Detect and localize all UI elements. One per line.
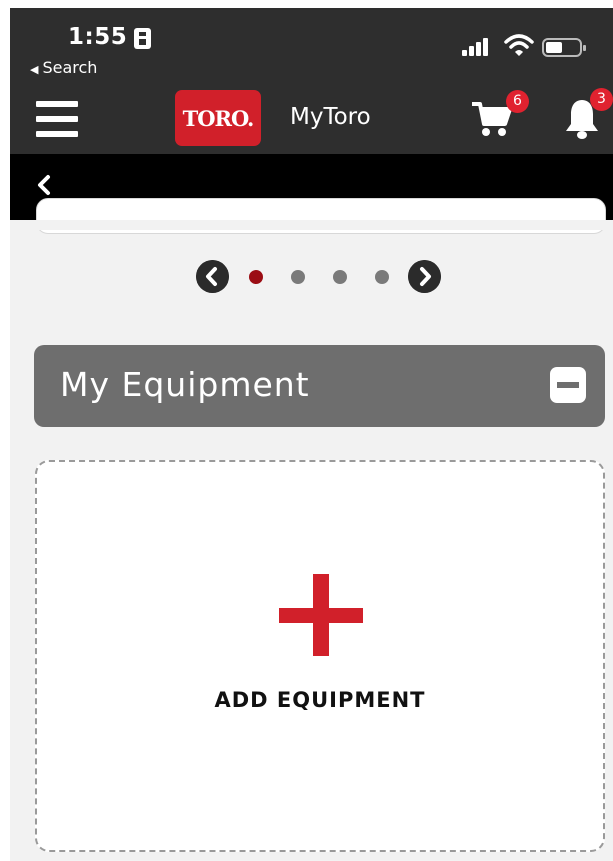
my-equipment-header[interactable]: My Equipment	[34, 345, 605, 427]
toro-logo[interactable]: TORO.	[175, 90, 261, 146]
cart-count-badge: 6	[506, 90, 529, 113]
status-time: 1:55	[68, 24, 128, 50]
back-app-label: Search	[42, 58, 98, 77]
plus-icon	[279, 574, 363, 656]
app-screen: 1:55 ◀ Search TORO. MyToro 6 3 My Equipm…	[10, 8, 613, 861]
add-equipment-card[interactable]: ADD EQUIPMENT	[35, 460, 605, 852]
section-title: My Equipment	[60, 365, 310, 404]
cellular-signal-icon	[462, 38, 492, 56]
add-equipment-label: ADD EQUIPMENT	[214, 688, 426, 712]
battery-icon	[542, 38, 586, 57]
back-triangle-icon: ◀	[30, 63, 39, 76]
carousel-dot[interactable]	[375, 270, 389, 284]
carousel-dot[interactable]	[333, 270, 347, 284]
wifi-icon	[504, 34, 534, 56]
carousel-dot[interactable]	[249, 270, 263, 284]
carousel-next-icon[interactable]	[408, 260, 441, 293]
logo-text: TORO.	[182, 105, 255, 131]
minus-square-icon[interactable]	[550, 367, 586, 403]
chevron-left-icon[interactable]	[34, 172, 54, 198]
carousel-prev-icon[interactable]	[196, 260, 229, 293]
app-title: MyToro	[290, 104, 371, 130]
carousel-pager	[196, 260, 446, 294]
app-header: TORO. MyToro 6 3	[10, 84, 613, 154]
back-to-app-link[interactable]: ◀ Search	[30, 58, 97, 77]
carousel-dot[interactable]	[291, 270, 305, 284]
id-card-icon	[134, 28, 151, 49]
notification-count-badge: 3	[590, 88, 613, 111]
hamburger-menu-icon[interactable]	[36, 101, 78, 137]
status-bar: 1:55 ◀ Search	[10, 8, 613, 84]
